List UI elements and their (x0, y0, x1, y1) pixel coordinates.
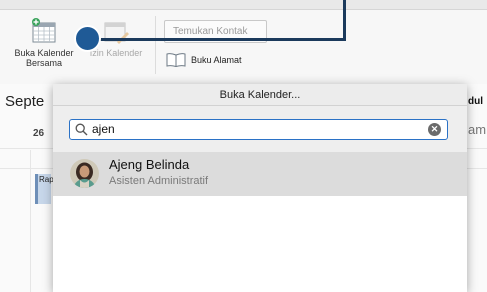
open-calendar-dialog: Buka Kalender... ✕ Ajeng Belinda As (53, 84, 467, 292)
dialog-search-input[interactable] (92, 120, 422, 138)
callout-marker (74, 25, 101, 52)
ribbon: Buka Kalender Bersama Izin Kalender Temu… (0, 0, 487, 84)
calendar-add-icon (31, 18, 57, 44)
result-job-title: Asisten Administratif (109, 175, 209, 187)
dialog-title: Buka Kalender... (53, 84, 467, 106)
open-shared-calendar-button[interactable]: Buka Kalender Bersama (5, 18, 83, 68)
open-shared-calendar-label-1: Buka Kalender (14, 48, 74, 58)
callout-line-vertical (343, 0, 346, 41)
calendar-day-number: 26 (33, 128, 45, 139)
dialog-search-box[interactable]: ✕ (69, 119, 448, 140)
callout-line-horizontal (93, 38, 345, 41)
address-book-label: Buku Alamat (191, 55, 242, 65)
person-avatar (70, 159, 99, 188)
dialog-search-area: ✕ (53, 106, 467, 152)
clear-icon[interactable]: ✕ (428, 122, 441, 136)
calendar-right-label-secondary: am (468, 122, 487, 137)
address-book-icon (166, 53, 186, 68)
result-name: Ajeng Belinda (109, 157, 190, 172)
calendar-event[interactable]: Rap (35, 174, 54, 204)
search-icon (75, 123, 88, 136)
ribbon-divider (155, 16, 156, 74)
ribbon-top-edge (0, 0, 487, 10)
calendar-grid-line (30, 150, 31, 292)
calendar-month-title: Septe (5, 93, 45, 110)
open-shared-calendar-label-2: Bersama (25, 58, 62, 68)
address-book-button[interactable]: Buku Alamat (166, 51, 242, 69)
list-item[interactable]: Ajeng Belinda Asisten Administratif (53, 152, 467, 196)
calendar-right-label: dul (468, 96, 483, 107)
